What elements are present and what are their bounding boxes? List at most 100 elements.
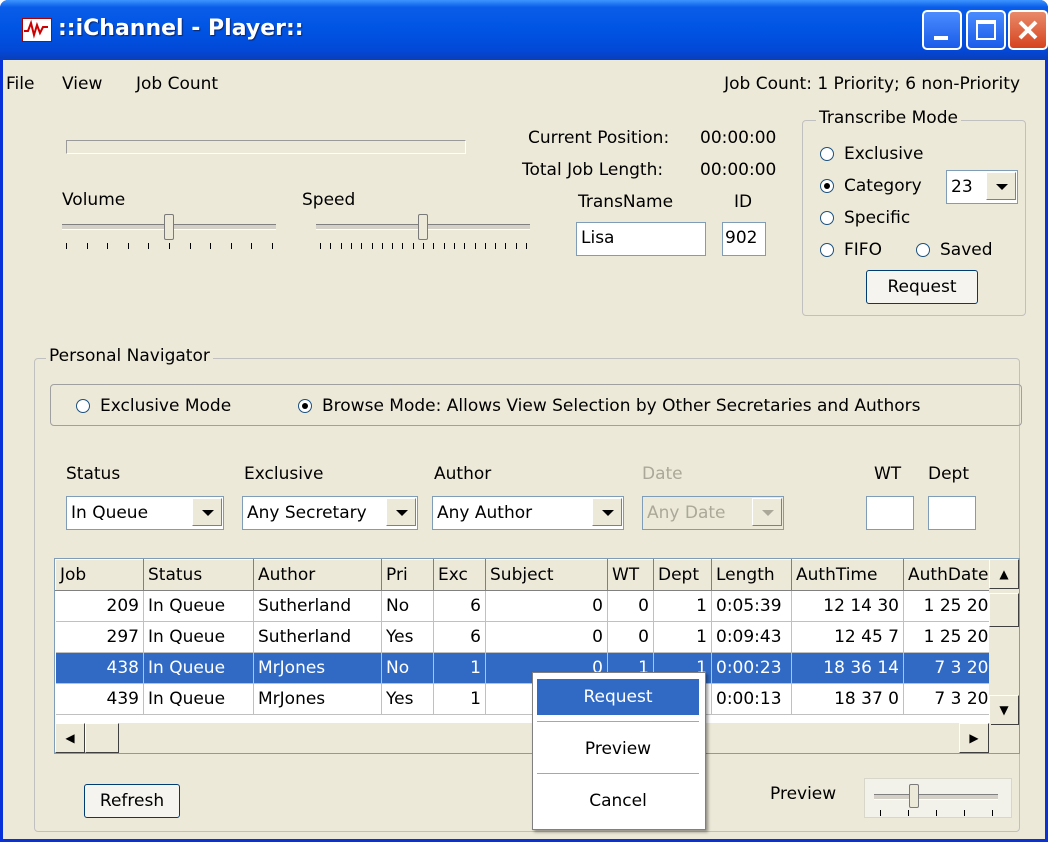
table-cell: No bbox=[381, 590, 434, 622]
radio-specific-label: Specific bbox=[844, 208, 911, 228]
table-cell: 1 bbox=[653, 590, 712, 622]
table-cell: 209 bbox=[55, 590, 144, 622]
table-row[interactable]: 438 In Queue MrJones No 1 0 1 1 0:00:23 18 36 14 7… bbox=[55, 652, 994, 684]
radio-category[interactable]: Category bbox=[820, 176, 922, 196]
exclusive-filter-select[interactable]: Any Secretary bbox=[242, 496, 418, 530]
context-preview[interactable]: Preview bbox=[537, 731, 699, 767]
column-header[interactable]: Length bbox=[711, 559, 792, 591]
table-cell: 12 45 7 bbox=[791, 621, 904, 653]
radio-fifo[interactable]: FIFO bbox=[820, 240, 882, 260]
context-request[interactable]: Request bbox=[537, 679, 699, 715]
table-cell: 7 3 20 bbox=[903, 652, 994, 684]
column-header[interactable]: Job bbox=[55, 559, 144, 591]
context-separator bbox=[537, 721, 699, 722]
table-cell: 439 bbox=[55, 683, 144, 715]
table-row[interactable]: 209 In Queue Sutherland No 6 0 0 1 0:05:39 12 14 … bbox=[55, 590, 994, 622]
exclusive-filter-label: Exclusive bbox=[244, 464, 324, 484]
volume-label: Volume bbox=[62, 190, 126, 210]
column-header[interactable]: AuthTime bbox=[791, 559, 904, 591]
column-header[interactable]: Author bbox=[253, 559, 382, 591]
radio-dot bbox=[820, 211, 834, 225]
close-icon bbox=[1018, 20, 1038, 40]
table-row[interactable]: 297 In Queue Sutherland Yes 6 0 0 1 0:09:43 12 45… bbox=[55, 621, 994, 653]
minimize-button[interactable] bbox=[922, 10, 962, 50]
hscroll-thumb[interactable] bbox=[85, 723, 119, 753]
playback-progress-bar[interactable] bbox=[66, 140, 466, 154]
radio-dot bbox=[76, 399, 90, 413]
table-cell: 7 3 20 bbox=[903, 683, 994, 715]
column-header[interactable]: Dept bbox=[653, 559, 712, 591]
table-cell: 438 bbox=[55, 652, 144, 684]
column-header[interactable]: AuthDate bbox=[902, 559, 994, 591]
table-cell: 0 bbox=[607, 590, 654, 622]
radio-exclusive[interactable]: Exclusive bbox=[820, 144, 923, 164]
dept-filter-label: Dept bbox=[928, 464, 970, 484]
table-cell: 1 25 20 bbox=[903, 590, 994, 622]
table-cell: 0:09:43 bbox=[711, 621, 792, 653]
scroll-left-icon[interactable]: ◀ bbox=[55, 723, 85, 753]
transname-field[interactable]: Lisa bbox=[576, 222, 706, 256]
exclusive-mode-label: Exclusive Mode bbox=[100, 396, 232, 416]
transcribe-mode-title: Transcribe Mode bbox=[816, 108, 961, 128]
author-filter-select[interactable]: Any Author bbox=[432, 496, 624, 530]
dept-filter-field[interactable] bbox=[928, 496, 976, 530]
radio-dot bbox=[298, 399, 312, 413]
table-cell: 0:00:23 bbox=[711, 652, 792, 684]
table-cell: 1 25 20 bbox=[903, 621, 994, 653]
status-filter-label: Status bbox=[66, 464, 121, 484]
slider-thumb[interactable] bbox=[418, 214, 428, 240]
table-cell: No bbox=[381, 652, 434, 684]
vertical-scrollbar[interactable]: ▲ ▼ bbox=[989, 559, 1019, 753]
chevron-down-icon[interactable] bbox=[986, 172, 1016, 200]
radio-exclusive-label: Exclusive bbox=[844, 144, 924, 164]
id-field[interactable]: 902 bbox=[722, 222, 766, 256]
radio-saved[interactable]: Saved bbox=[916, 240, 993, 260]
table-cell: 18 37 0 bbox=[791, 683, 904, 715]
table-cell: MrJones bbox=[253, 683, 382, 715]
title-bar[interactable]: ::iChannel - Player:: bbox=[0, 0, 1048, 60]
request-button[interactable]: Request bbox=[866, 270, 978, 304]
menu-file[interactable]: File bbox=[6, 74, 34, 94]
slider-thumb[interactable] bbox=[908, 784, 919, 808]
slider-thumb[interactable] bbox=[164, 214, 174, 240]
table-cell: 1 bbox=[433, 683, 486, 715]
scroll-thumb[interactable] bbox=[989, 593, 1019, 627]
column-header[interactable]: Pri bbox=[381, 559, 434, 591]
scroll-up-icon[interactable]: ▲ bbox=[989, 559, 1019, 589]
table-cell: Sutherland bbox=[253, 590, 382, 622]
menu-job-count[interactable]: Job Count bbox=[136, 74, 218, 94]
maximize-button[interactable] bbox=[966, 10, 1006, 50]
table-cell: 1 bbox=[433, 652, 486, 684]
column-header[interactable]: WT bbox=[607, 559, 654, 591]
context-separator bbox=[537, 773, 699, 774]
table-cell: Yes bbox=[381, 683, 434, 715]
chevron-down-icon[interactable] bbox=[386, 498, 416, 526]
horizontal-scrollbar[interactable]: ◀ ▶ bbox=[55, 723, 991, 753]
wt-filter-field[interactable] bbox=[866, 496, 914, 530]
context-cancel[interactable]: Cancel bbox=[537, 783, 699, 819]
job-count-status: Job Count: 1 Priority; 6 non-Priority bbox=[724, 74, 1020, 94]
wt-filter-label: WT bbox=[874, 464, 902, 484]
status-filter-select[interactable]: In Queue bbox=[66, 496, 224, 530]
chevron-down-icon[interactable] bbox=[592, 498, 622, 526]
preview-label: Preview bbox=[770, 784, 837, 804]
table-row[interactable]: 439In QueueMrJonesYes110:00:1318 37 07 3… bbox=[55, 683, 994, 715]
date-filter-select: Any Date bbox=[642, 496, 784, 530]
column-header[interactable]: Status bbox=[143, 559, 254, 591]
radio-exclusive-mode[interactable]: Exclusive Mode bbox=[76, 396, 231, 416]
category-select[interactable]: 23 bbox=[946, 170, 1018, 204]
close-button[interactable] bbox=[1008, 10, 1048, 50]
table-cell: 0 bbox=[485, 621, 608, 653]
total-length-value: 00:00:00 bbox=[700, 160, 777, 180]
refresh-button[interactable]: Refresh bbox=[84, 784, 180, 818]
radio-specific[interactable]: Specific bbox=[820, 208, 910, 228]
radio-category-label: Category bbox=[844, 176, 922, 196]
radio-browse-mode[interactable]: Browse Mode: Allows View Selection by Ot… bbox=[298, 396, 920, 416]
scroll-right-icon[interactable]: ▶ bbox=[959, 723, 989, 753]
column-header[interactable]: Exc bbox=[433, 559, 486, 591]
menu-view[interactable]: View bbox=[62, 74, 102, 94]
browse-mode-label: Browse Mode: Allows View Selection by Ot… bbox=[322, 396, 921, 416]
column-header[interactable]: Subject bbox=[485, 559, 608, 591]
chevron-down-icon[interactable] bbox=[192, 498, 222, 526]
scroll-down-icon[interactable]: ▼ bbox=[989, 695, 1019, 725]
